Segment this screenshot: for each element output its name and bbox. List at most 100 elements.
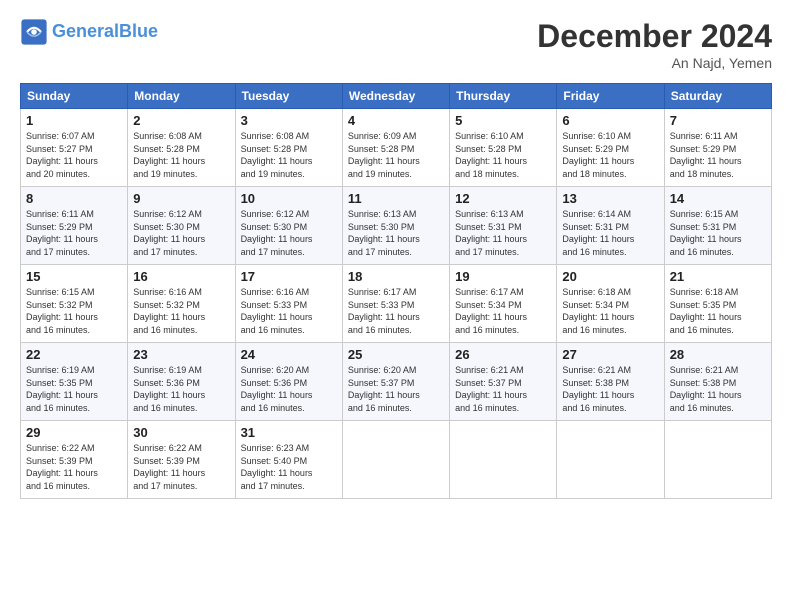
- day-info: Sunrise: 6:09 AMSunset: 5:28 PMDaylight:…: [348, 130, 444, 180]
- day-info: Sunrise: 6:19 AMSunset: 5:35 PMDaylight:…: [26, 364, 122, 414]
- day-info: Sunrise: 6:20 AMSunset: 5:37 PMDaylight:…: [348, 364, 444, 414]
- calendar-cell: 10Sunrise: 6:12 AMSunset: 5:30 PMDayligh…: [235, 187, 342, 265]
- day-number: 19: [455, 269, 551, 284]
- calendar: SundayMondayTuesdayWednesdayThursdayFrid…: [20, 83, 772, 499]
- weekday-header-row: SundayMondayTuesdayWednesdayThursdayFrid…: [21, 84, 772, 109]
- day-number: 10: [241, 191, 337, 206]
- day-info: Sunrise: 6:14 AMSunset: 5:31 PMDaylight:…: [562, 208, 658, 258]
- day-number: 12: [455, 191, 551, 206]
- day-info: Sunrise: 6:11 AMSunset: 5:29 PMDaylight:…: [670, 130, 766, 180]
- calendar-cell: 20 Sunrise: 6:18 AMSunset: 5:34 PMDayligh…: [557, 265, 664, 343]
- calendar-cell: [342, 421, 449, 499]
- day-number: 6: [562, 113, 658, 128]
- page: GeneralBlue December 2024 An Najd, Yemen…: [0, 0, 792, 509]
- calendar-week-row: 8Sunrise: 6:11 AMSunset: 5:29 PMDaylight…: [21, 187, 772, 265]
- day-info: Sunrise: 6:11 AMSunset: 5:29 PMDaylight:…: [26, 208, 122, 258]
- calendar-cell: 8Sunrise: 6:11 AMSunset: 5:29 PMDaylight…: [21, 187, 128, 265]
- day-info: Sunrise: 6:22 AMSunset: 5:39 PMDaylight:…: [26, 442, 122, 492]
- weekday-header: Tuesday: [235, 84, 342, 109]
- weekday-header: Wednesday: [342, 84, 449, 109]
- day-info: Sunrise: 6:20 AMSunset: 5:36 PMDaylight:…: [241, 364, 337, 414]
- calendar-week-row: 15 Sunrise: 6:15 AMSunset: 5:32 PMDayligh…: [21, 265, 772, 343]
- day-info: Sunrise: 6:07 AMSunset: 5:27 PMDaylight:…: [26, 130, 122, 180]
- calendar-week-row: 1 Sunrise: 6:07 AMSunset: 5:27 PMDaylight…: [21, 109, 772, 187]
- day-number: 18: [348, 269, 444, 284]
- calendar-cell: 2 Sunrise: 6:08 AMSunset: 5:28 PMDaylight…: [128, 109, 235, 187]
- calendar-cell: [450, 421, 557, 499]
- day-number: 13: [562, 191, 658, 206]
- calendar-cell: 30 Sunrise: 6:22 AMSunset: 5:39 PMDayligh…: [128, 421, 235, 499]
- day-info: Sunrise: 6:08 AMSunset: 5:28 PMDaylight:…: [133, 130, 229, 180]
- day-number: 9: [133, 191, 229, 206]
- calendar-cell: 9 Sunrise: 6:12 AMSunset: 5:30 PMDaylight…: [128, 187, 235, 265]
- calendar-cell: [664, 421, 771, 499]
- calendar-cell: 5Sunrise: 6:10 AMSunset: 5:28 PMDaylight…: [450, 109, 557, 187]
- calendar-cell: 24 Sunrise: 6:20 AMSunset: 5:36 PMDayligh…: [235, 343, 342, 421]
- calendar-week-row: 29Sunrise: 6:22 AMSunset: 5:39 PMDayligh…: [21, 421, 772, 499]
- calendar-cell: 1 Sunrise: 6:07 AMSunset: 5:27 PMDaylight…: [21, 109, 128, 187]
- weekday-header: Thursday: [450, 84, 557, 109]
- day-info: Sunrise: 6:13 AMSunset: 5:31 PMDaylight:…: [455, 208, 551, 258]
- calendar-week-row: 22 Sunrise: 6:19 AMSunset: 5:35 PMDayligh…: [21, 343, 772, 421]
- day-info: Sunrise: 6:21 AMSunset: 5:37 PMDaylight:…: [455, 364, 551, 414]
- calendar-cell: 22 Sunrise: 6:19 AMSunset: 5:35 PMDayligh…: [21, 343, 128, 421]
- calendar-cell: 26 Sunrise: 6:21 AMSunset: 5:37 PMDayligh…: [450, 343, 557, 421]
- calendar-cell: 19Sunrise: 6:17 AMSunset: 5:34 PMDayligh…: [450, 265, 557, 343]
- day-number: 16: [133, 269, 229, 284]
- day-number: 7: [670, 113, 766, 128]
- calendar-cell: 3Sunrise: 6:08 AMSunset: 5:28 PMDaylight…: [235, 109, 342, 187]
- day-info: Sunrise: 6:15 AMSunset: 5:32 PMDaylight:…: [26, 286, 122, 336]
- weekday-header: Saturday: [664, 84, 771, 109]
- day-number: 30: [133, 425, 229, 440]
- day-info: Sunrise: 6:17 AMSunset: 5:33 PMDaylight:…: [348, 286, 444, 336]
- logo: GeneralBlue: [20, 18, 158, 46]
- weekday-header: Monday: [128, 84, 235, 109]
- calendar-cell: 7 Sunrise: 6:11 AMSunset: 5:29 PMDaylight…: [664, 109, 771, 187]
- day-info: Sunrise: 6:12 AMSunset: 5:30 PMDaylight:…: [133, 208, 229, 258]
- day-number: 22: [26, 347, 122, 362]
- day-info: Sunrise: 6:22 AMSunset: 5:39 PMDaylight:…: [133, 442, 229, 492]
- day-number: 24: [241, 347, 337, 362]
- day-number: 23: [133, 347, 229, 362]
- calendar-cell: 27Sunrise: 6:21 AMSunset: 5:38 PMDayligh…: [557, 343, 664, 421]
- calendar-cell: [557, 421, 664, 499]
- day-number: 17: [241, 269, 337, 284]
- day-number: 2: [133, 113, 229, 128]
- day-info: Sunrise: 6:15 AMSunset: 5:31 PMDaylight:…: [670, 208, 766, 258]
- calendar-cell: 31Sunrise: 6:23 AMSunset: 5:40 PMDayligh…: [235, 421, 342, 499]
- month-year: December 2024: [537, 18, 772, 55]
- day-number: 15: [26, 269, 122, 284]
- calendar-cell: 4 Sunrise: 6:09 AMSunset: 5:28 PMDaylight…: [342, 109, 449, 187]
- day-number: 1: [26, 113, 122, 128]
- day-number: 11: [348, 191, 444, 206]
- day-number: 3: [241, 113, 337, 128]
- day-info: Sunrise: 6:10 AMSunset: 5:28 PMDaylight:…: [455, 130, 551, 180]
- day-info: Sunrise: 6:10 AMSunset: 5:29 PMDaylight:…: [562, 130, 658, 180]
- day-number: 26: [455, 347, 551, 362]
- day-info: Sunrise: 6:21 AMSunset: 5:38 PMDaylight:…: [562, 364, 658, 414]
- day-info: Sunrise: 6:13 AMSunset: 5:30 PMDaylight:…: [348, 208, 444, 258]
- calendar-cell: 6 Sunrise: 6:10 AMSunset: 5:29 PMDaylight…: [557, 109, 664, 187]
- weekday-header: Friday: [557, 84, 664, 109]
- day-number: 4: [348, 113, 444, 128]
- day-info: Sunrise: 6:16 AMSunset: 5:33 PMDaylight:…: [241, 286, 337, 336]
- location: An Najd, Yemen: [537, 55, 772, 71]
- day-info: Sunrise: 6:16 AMSunset: 5:32 PMDaylight:…: [133, 286, 229, 336]
- day-info: Sunrise: 6:23 AMSunset: 5:40 PMDaylight:…: [241, 442, 337, 492]
- day-info: Sunrise: 6:21 AMSunset: 5:38 PMDaylight:…: [670, 364, 766, 414]
- calendar-cell: 13 Sunrise: 6:14 AMSunset: 5:31 PMDayligh…: [557, 187, 664, 265]
- day-number: 14: [670, 191, 766, 206]
- logo-text: GeneralBlue: [52, 22, 158, 42]
- calendar-cell: 16 Sunrise: 6:16 AMSunset: 5:32 PMDayligh…: [128, 265, 235, 343]
- weekday-header: Sunday: [21, 84, 128, 109]
- day-number: 25: [348, 347, 444, 362]
- calendar-cell: 29Sunrise: 6:22 AMSunset: 5:39 PMDayligh…: [21, 421, 128, 499]
- day-info: Sunrise: 6:18 AMSunset: 5:35 PMDaylight:…: [670, 286, 766, 336]
- day-info: Sunrise: 6:19 AMSunset: 5:36 PMDaylight:…: [133, 364, 229, 414]
- day-number: 20: [562, 269, 658, 284]
- calendar-cell: 18 Sunrise: 6:17 AMSunset: 5:33 PMDayligh…: [342, 265, 449, 343]
- calendar-cell: 25 Sunrise: 6:20 AMSunset: 5:37 PMDayligh…: [342, 343, 449, 421]
- calendar-cell: 14 Sunrise: 6:15 AMSunset: 5:31 PMDayligh…: [664, 187, 771, 265]
- day-info: Sunrise: 6:18 AMSunset: 5:34 PMDaylight:…: [562, 286, 658, 336]
- day-number: 28: [670, 347, 766, 362]
